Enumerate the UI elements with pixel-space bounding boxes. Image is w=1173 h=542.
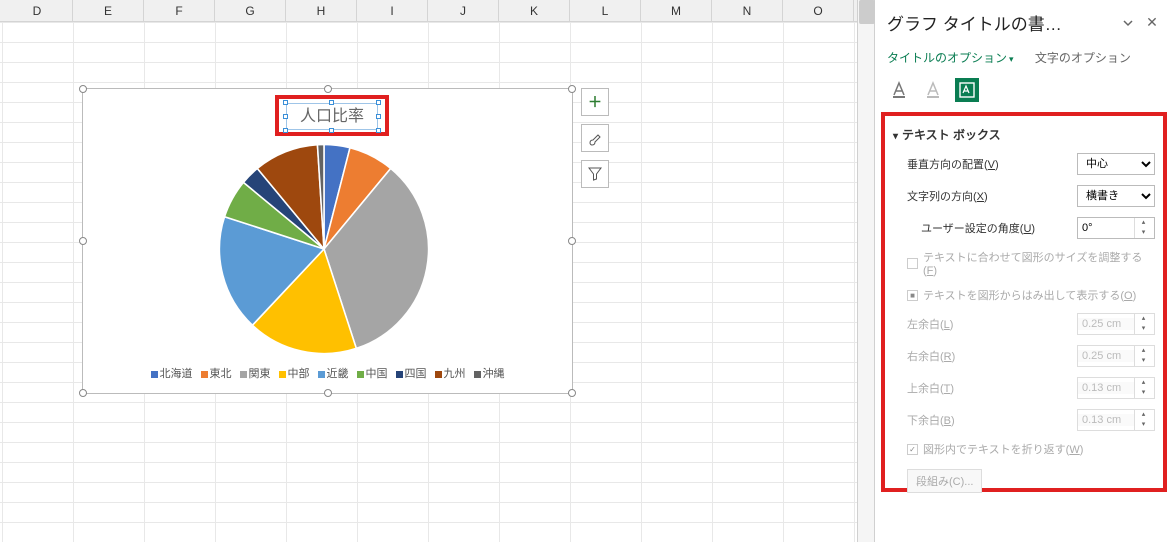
legend-swatch [279,371,286,378]
close-icon: ✕ [1146,14,1158,31]
column-header[interactable]: K [499,0,570,21]
margin-bottom-input: ▴▾ [1077,409,1155,431]
spin-down-icon[interactable]: ▾ [1135,228,1152,238]
pie-chart[interactable] [209,134,439,364]
margin-right-input: ▴▾ [1077,345,1155,367]
margin-bottom-label: 下余白(B) [907,412,1077,428]
chart-styles-button[interactable] [581,124,609,152]
vertical-alignment-label: 垂直方向の配置(V) [907,156,1077,172]
size-properties-tab[interactable] [955,78,979,102]
resize-handle[interactable] [568,389,576,397]
vertical-scrollbar[interactable] [857,0,875,542]
vertical-alignment-select[interactable]: 中心 [1077,153,1155,175]
margin-right-label: 右余白(R) [907,348,1077,364]
text-fill-icon [889,80,909,100]
pane-title: グラフ タイトルの書… [887,10,1113,35]
legend-swatch [357,371,364,378]
chart-filters-button[interactable] [581,160,609,188]
resize-shape-to-text-label: テキストに合わせて図形のサイズを調整する(F) [923,249,1155,277]
legend-item[interactable]: 沖縄 [474,368,505,380]
margin-top-input: ▴▾ [1077,377,1155,399]
resize-handle[interactable] [79,389,87,397]
column-headers: DEFGHIJKLMNO [0,0,857,22]
chart-element-buttons: ＋ [581,88,609,196]
brush-icon [587,130,603,146]
legend-swatch [240,371,247,378]
format-pane: グラフ タイトルの書… ✕ タイトルのオプション▾ 文字のオプション ▾テキスト… [875,0,1173,542]
legend-swatch [435,371,442,378]
custom-angle-input[interactable]: ▴▾ [1077,217,1155,239]
close-button[interactable]: ✕ [1143,14,1161,32]
spreadsheet-grid[interactable]: DEFGHIJKLMNO 人口比率 北海道東北関東中部近畿中国四国九州沖縄 ＋ [0,0,857,542]
chart-elements-button[interactable]: ＋ [581,88,609,116]
column-header[interactable]: H [286,0,357,21]
chevron-down-icon [1122,17,1134,29]
legend-item[interactable]: 近畿 [318,368,349,380]
legend-swatch [396,371,403,378]
resize-handle[interactable] [324,389,332,397]
legend-item[interactable]: 九州 [435,368,466,380]
column-header[interactable]: N [712,0,783,21]
chevron-down-icon: ▾ [1009,54,1014,64]
effects-tab[interactable] [921,78,945,102]
textbox-icon [958,81,976,99]
resize-handle[interactable] [79,237,87,245]
tab-text-options[interactable]: 文字のオプション [1035,51,1131,65]
margin-left-label: 左余白(L) [907,316,1077,332]
chart-title[interactable]: 人口比率 [286,103,378,130]
resize-handle[interactable] [324,85,332,93]
column-header[interactable]: E [73,0,144,21]
legend-swatch [201,371,208,378]
legend-item[interactable]: 北海道 [151,368,193,380]
legend-swatch [318,371,325,378]
text-direction-select[interactable]: 横書き [1077,185,1155,207]
tab-title-options[interactable]: タイトルのオプション▾ [887,51,1014,65]
legend-item[interactable]: 中国 [357,368,388,380]
resize-handle[interactable] [568,85,576,93]
legend-item[interactable]: 東北 [201,368,232,380]
scroll-thumb[interactable] [859,0,875,24]
spin-up-icon[interactable]: ▴ [1135,218,1152,228]
column-header[interactable]: L [570,0,641,21]
text-box-section-highlight: ▾テキスト ボックス 垂直方向の配置(V) 中心 文字列の方向(X) 横書き ユ… [881,112,1167,492]
chevron-down-icon: ▾ [893,131,898,142]
columns-button: 段組み(C)... [907,469,982,493]
column-header[interactable]: O [783,0,854,21]
filter-icon [588,167,602,181]
chart-object[interactable]: 人口比率 北海道東北関東中部近畿中国四国九州沖縄 [82,88,573,394]
collapse-button[interactable] [1119,14,1137,32]
margin-top-label: 上余白(T) [907,380,1077,396]
legend-item[interactable]: 関東 [240,368,271,380]
legend-swatch [151,371,158,378]
column-header[interactable]: J [428,0,499,21]
column-header[interactable]: G [215,0,286,21]
column-header[interactable]: D [2,0,73,21]
column-header[interactable]: F [144,0,215,21]
text-box-section-header[interactable]: ▾テキスト ボックス [893,126,1155,143]
fill-outline-tab[interactable] [887,78,911,102]
column-header[interactable]: M [641,0,712,21]
legend-swatch [474,371,481,378]
checkbox [907,258,918,269]
plus-icon: ＋ [588,92,602,112]
chart-legend[interactable]: 北海道東北関東中部近畿中国四国九州沖縄 [83,365,572,381]
text-effects-icon [923,80,943,100]
column-header[interactable]: I [357,0,428,21]
overflow-text-label: テキストを図形からはみ出して表示する(O) [923,287,1155,303]
resize-handle[interactable] [79,85,87,93]
custom-angle-label: ユーザー設定の角度(U) [921,220,1077,236]
margin-left-input: ▴▾ [1077,313,1155,335]
checkbox: ✓ [907,444,918,455]
checkbox: ■ [907,290,918,301]
legend-item[interactable]: 四国 [396,368,427,380]
text-direction-label: 文字列の方向(X) [907,188,1077,204]
resize-handle[interactable] [568,237,576,245]
wrap-text-label: 図形内でテキストを折り返す(W) [923,441,1155,457]
legend-item[interactable]: 中部 [279,368,310,380]
